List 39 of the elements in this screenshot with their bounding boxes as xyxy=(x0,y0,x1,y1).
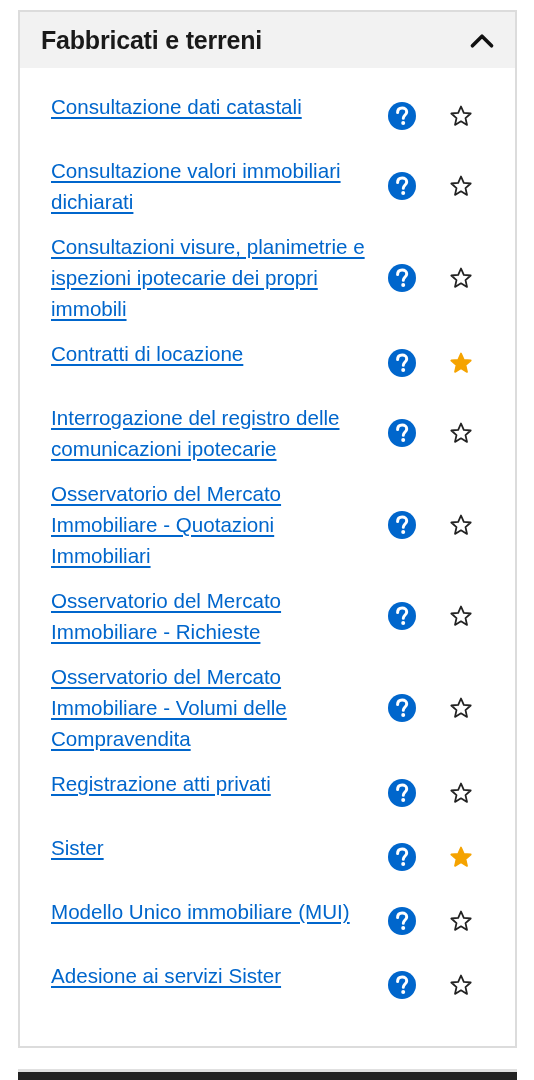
panel-title: Fabbricati e terreni xyxy=(41,25,263,55)
panel-header[interactable]: Fabbricati e terreni xyxy=(20,12,515,68)
star-icon[interactable] xyxy=(449,781,473,805)
help-icon[interactable] xyxy=(388,349,416,377)
star-icon[interactable] xyxy=(449,421,473,445)
star-icon[interactable] xyxy=(449,973,473,997)
service-link[interactable]: Consultazioni visure, planimetrie e ispezioni ipotecarie dei propri immobili xyxy=(51,231,373,324)
service-link[interactable]: Contratti di locazione xyxy=(51,338,373,369)
service-link[interactable]: Sister xyxy=(51,832,373,863)
star-icon[interactable] xyxy=(449,512,473,537)
star-icon[interactable] xyxy=(449,845,473,869)
service-link[interactable]: Osservatorio del Mercato Immobiliare - Quotazioni Immobiliari xyxy=(51,478,373,571)
chevron-up-icon[interactable] xyxy=(469,31,495,49)
service-link[interactable]: Modello Unico immobiliare (MUI) xyxy=(51,896,373,927)
star-icon[interactable] xyxy=(449,265,473,290)
star-icon[interactable] xyxy=(449,104,473,128)
help-icon[interactable] xyxy=(388,102,416,130)
help-icon[interactable] xyxy=(388,843,416,871)
service-link[interactable]: Consultazione valori immobiliari dichiarati xyxy=(51,155,373,217)
service-link[interactable]: Interrogazione del registro delle comunicazioni ipotecarie xyxy=(51,402,373,464)
help-icon[interactable] xyxy=(388,971,416,999)
star-icon[interactable] xyxy=(449,909,473,933)
help-icon[interactable] xyxy=(388,907,416,935)
star-icon[interactable] xyxy=(449,695,473,720)
service-link[interactable]: Osservatorio del Mercato Immobiliare - Richieste xyxy=(51,585,373,647)
help-icon[interactable] xyxy=(388,419,416,447)
star-icon[interactable] xyxy=(449,174,473,198)
star-icon[interactable] xyxy=(449,604,473,628)
service-link[interactable]: Adesione ai servizi Sister xyxy=(51,960,373,991)
help-icon[interactable] xyxy=(388,602,416,630)
service-link[interactable]: Osservatorio del Mercato Immobiliare - Volumi delle Compravendita xyxy=(51,661,373,754)
help-icon[interactable] xyxy=(388,510,416,539)
service-link[interactable]: Registrazione atti privati xyxy=(51,768,373,799)
help-icon[interactable] xyxy=(388,693,416,722)
help-icon[interactable] xyxy=(388,779,416,807)
service-link[interactable]: Consultazione dati catastali xyxy=(51,91,373,122)
help-icon[interactable] xyxy=(388,172,416,200)
help-icon[interactable] xyxy=(388,263,416,292)
star-icon[interactable] xyxy=(449,351,473,375)
